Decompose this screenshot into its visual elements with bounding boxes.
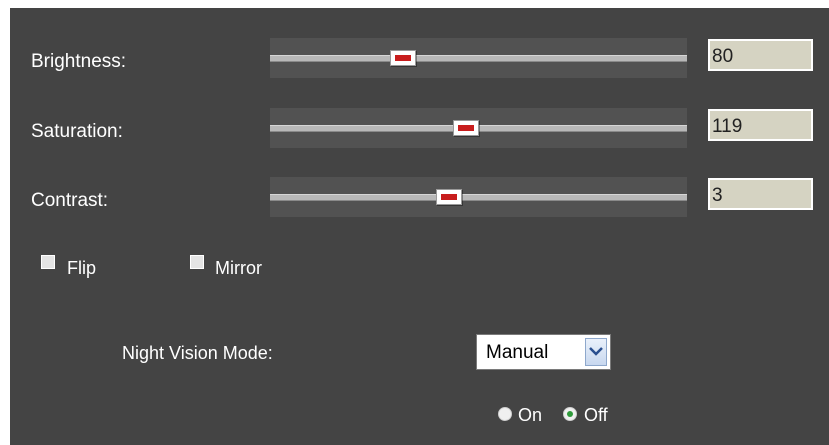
flip-label: Flip xyxy=(67,258,97,278)
flip-checkbox[interactable] xyxy=(41,255,55,269)
night-vision-mode-selected-value: Manual xyxy=(486,342,549,363)
contrast-slider-track xyxy=(270,194,687,201)
night-vision-off-label: Off xyxy=(584,405,608,425)
brightness-slider[interactable] xyxy=(270,38,687,78)
camera-settings-panel: Brightness: Saturation: Contrast: Flip M… xyxy=(10,8,829,445)
night-vision-off-radio[interactable] xyxy=(563,407,577,421)
chevron-down-icon[interactable] xyxy=(585,338,607,366)
saturation-slider[interactable] xyxy=(270,108,687,148)
brightness-slider-thumb[interactable] xyxy=(390,50,417,66)
saturation-value-field[interactable] xyxy=(708,109,813,141)
brightness-slider-track xyxy=(270,55,687,62)
night-vision-on-radio[interactable] xyxy=(498,407,512,421)
saturation-slider-thumb[interactable] xyxy=(452,120,479,136)
saturation-label: Saturation: xyxy=(31,121,123,142)
brightness-label: Brightness: xyxy=(31,51,127,72)
contrast-value-field[interactable] xyxy=(708,178,813,210)
contrast-label: Contrast: xyxy=(31,190,109,211)
night-vision-on-label: On xyxy=(518,405,543,425)
night-vision-mode-label: Night Vision Mode: xyxy=(122,343,273,363)
mirror-checkbox[interactable] xyxy=(190,255,204,269)
contrast-slider[interactable] xyxy=(270,177,687,217)
contrast-slider-thumb[interactable] xyxy=(436,189,463,205)
mirror-label: Mirror xyxy=(215,258,262,278)
brightness-value-field[interactable] xyxy=(708,39,813,71)
night-vision-mode-select[interactable]: Manual xyxy=(476,334,611,370)
